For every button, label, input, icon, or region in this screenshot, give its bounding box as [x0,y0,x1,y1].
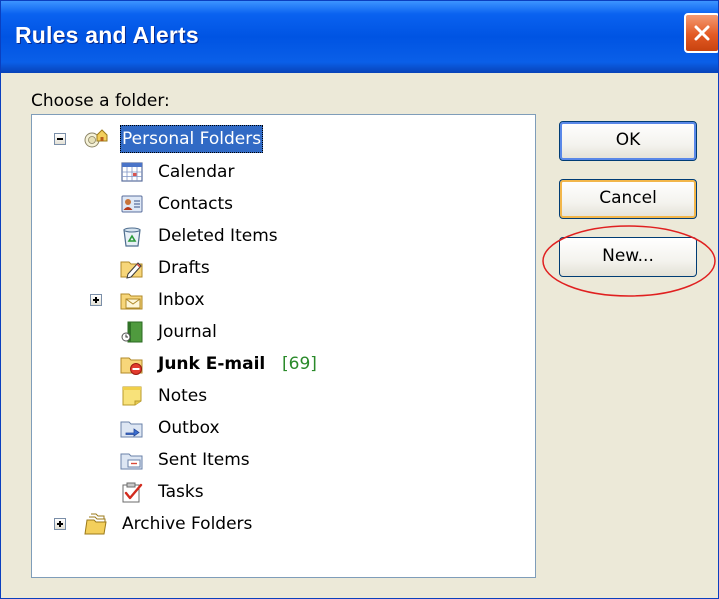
unread-count: [69] [282,354,317,374]
tree-node-archive-folders[interactable]: Archive Folders [32,510,532,538]
tree-node-drafts[interactable]: Drafts [32,254,532,282]
close-icon [694,25,710,41]
sent-items-icon [120,453,143,470]
journal-icon [121,321,143,343]
drafts-icon [120,261,143,279]
ok-button[interactable]: OK [559,121,697,161]
archive-folders-icon [84,513,107,535]
title-bar[interactable]: Rules and Alerts [1,1,718,73]
tree-node-personal-folders[interactable]: Personal Folders [32,125,532,153]
tree-node-contacts[interactable]: Contacts [32,190,532,218]
choose-folder-label: Choose a folder: [31,91,170,111]
outbox-icon [120,421,143,438]
new-folder-button[interactable]: New... [559,237,697,277]
close-button[interactable] [684,13,718,53]
tree-node-label[interactable]: Sent Items [156,446,252,474]
inbox-icon [120,293,143,310]
tree-node-label[interactable]: Archive Folders [120,510,254,538]
tree-node-label[interactable]: Junk E-mail [156,350,267,378]
personal-folders-icon [84,129,108,148]
tree-node-deleted-items[interactable]: Deleted Items [32,222,532,250]
tree-node-tasks[interactable]: Tasks [32,478,532,506]
tree-node-inbox[interactable]: Inbox [32,286,532,314]
window-title: Rules and Alerts [15,22,199,48]
tree-node-label[interactable]: Inbox [156,286,207,314]
notes-icon [122,386,142,406]
contacts-icon [121,195,143,213]
tree-node-junk-email[interactable]: Junk E-mail [69] [32,350,532,378]
tree-node-label[interactable]: Tasks [156,478,206,506]
tree-node-notes[interactable]: Notes [32,382,532,410]
tree-node-label[interactable]: Notes [156,382,209,410]
tree-node-calendar[interactable]: Calendar [32,158,532,186]
tasks-icon [122,482,143,503]
tree-node-sent-items[interactable]: Sent Items [32,446,532,474]
tree-node-label[interactable]: Deleted Items [156,222,280,250]
tree-node-journal[interactable]: Journal [32,318,532,346]
tree-node-label[interactable]: Contacts [156,190,235,218]
rules-and-alerts-dialog: Rules and Alerts Choose a folder: Person… [0,0,719,599]
expand-toggle[interactable] [90,294,102,306]
tree-node-label[interactable]: Calendar [156,158,236,186]
cancel-button[interactable]: Cancel [559,179,697,219]
deleted-items-icon [123,227,141,247]
tree-node-outbox[interactable]: Outbox [32,414,532,442]
collapse-toggle[interactable] [54,133,66,145]
tree-node-label[interactable]: Outbox [156,414,222,442]
junk-email-icon [120,357,143,375]
folder-tree[interactable]: Personal Folders Calendar Contacts Delet… [31,114,536,578]
calendar-icon [121,162,143,182]
tree-node-label[interactable]: Journal [156,318,219,346]
tree-node-label[interactable]: Personal Folders [120,125,264,153]
tree-node-label[interactable]: Drafts [156,254,212,282]
expand-toggle[interactable] [54,518,66,530]
